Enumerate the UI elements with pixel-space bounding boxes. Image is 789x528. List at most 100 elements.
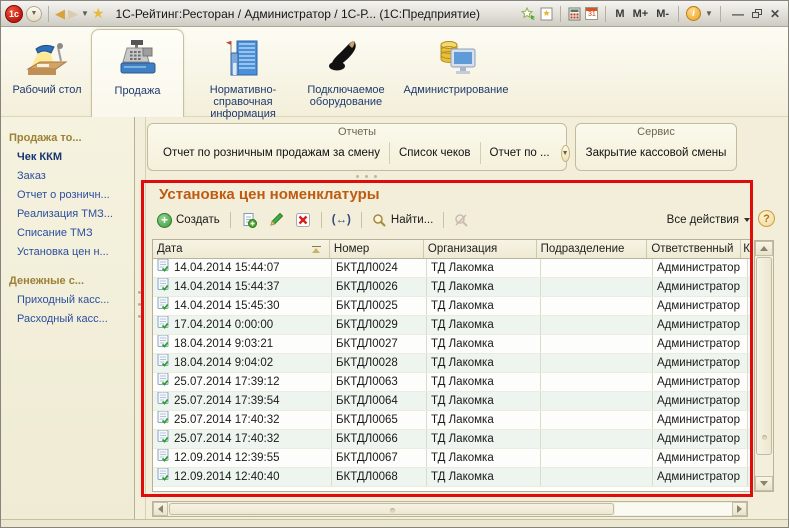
divider: [443, 212, 444, 228]
info-dropdown[interactable]: ▼: [705, 9, 713, 18]
add-to-favorites-icon[interactable]: [521, 7, 536, 21]
tab-connected-equipment[interactable]: Подключаемое оборудование: [302, 29, 390, 117]
column-header-comment[interactable]: К: [741, 240, 752, 258]
divider: [48, 6, 49, 22]
building-icon: [223, 35, 263, 81]
posted-document-icon: [157, 430, 170, 448]
horizontal-scroll-thumb[interactable]: [169, 503, 614, 515]
reports-buttons: Отчет по розничным продажам за сменуСпис…: [154, 142, 559, 164]
tab-reference-info[interactable]: Нормативно-справочная информация: [184, 29, 302, 117]
column-header-department[interactable]: Подразделение: [537, 240, 648, 258]
report-button[interactable]: Отчет по ...: [480, 142, 559, 164]
favorites-list-icon[interactable]: [540, 7, 553, 21]
table-row[interactable]: 25.07.2014 17:39:12 БКТДЛ0063 ТД Лакомка…: [153, 373, 752, 392]
posted-document-icon: [157, 468, 170, 486]
edit-button[interactable]: [265, 211, 287, 229]
divider: [230, 212, 231, 228]
sidebar-item[interactable]: Отчет о розничн...: [9, 186, 134, 205]
calculator-icon[interactable]: [568, 7, 581, 21]
report-button[interactable]: Список чеков: [389, 142, 480, 164]
posted-document-icon: [157, 316, 170, 334]
main-menu-button[interactable]: ▼: [26, 6, 42, 22]
restore-button[interactable]: [752, 9, 762, 18]
vertical-scrollbar[interactable]: [754, 240, 774, 492]
sidebar-splitter[interactable]: [138, 291, 142, 331]
1c-logo-icon[interactable]: 1с: [5, 5, 23, 23]
favorites-star-icon[interactable]: ★: [92, 5, 105, 22]
sidebar-item[interactable]: Реализация ТМЗ...: [9, 205, 134, 224]
more-reports-dropdown-button[interactable]: ▼: [561, 145, 570, 162]
find-button[interactable]: Найти...: [369, 212, 436, 229]
report-button[interactable]: Отчет по розничным продажам за смену: [154, 142, 389, 164]
memory-m-minus-button[interactable]: М-: [654, 8, 671, 20]
info-icon[interactable]: i: [686, 6, 701, 21]
sidebar-item[interactable]: Установка цен н...: [9, 243, 134, 262]
divider: [605, 6, 606, 22]
search-icon: [372, 213, 387, 228]
divider: [720, 6, 721, 22]
sidebar-group-sales: Чек ККМЗаказОтчет о розничн...Реализация…: [9, 148, 134, 262]
table-row[interactable]: 14.04.2014 15:44:07 БКТДЛ0024 ТД Лакомка…: [153, 259, 752, 278]
divider: [145, 117, 146, 519]
scroll-track[interactable]: [615, 503, 732, 515]
close-button[interactable]: ✕: [766, 7, 784, 21]
table-row[interactable]: 14.04.2014 15:44:37 БКТДЛ0026 ТД Лакомка…: [153, 278, 752, 297]
memory-m-plus-button[interactable]: М+: [631, 8, 651, 20]
horizontal-splitter[interactable]: [356, 175, 377, 178]
table-row[interactable]: 17.04.2014 0:00:00 БКТДЛ0029 ТД Лакомка …: [153, 316, 752, 335]
table-row[interactable]: 12.09.2014 12:40:40 БКТДЛ0068 ТД Лакомка…: [153, 468, 752, 487]
calendar-icon[interactable]: 31: [585, 7, 598, 20]
set-interval-button[interactable]: (↔): [329, 213, 354, 227]
sidebar-group-header: Продажа то...: [9, 129, 134, 148]
table-header-row: Дата Номер Организация Подразделение Отв…: [153, 240, 752, 259]
table-row[interactable]: 14.04.2014 15:45:30 БКТДЛ0025 ТД Лакомка…: [153, 297, 752, 316]
table-row[interactable]: 18.04.2014 9:03:21 БКТДЛ0027 ТД Лакомка …: [153, 335, 752, 354]
nav-forward-button[interactable]: ▶: [68, 7, 78, 20]
scroll-left-button[interactable]: [153, 502, 168, 516]
column-header-responsible[interactable]: Ответственный: [647, 240, 741, 258]
horizontal-scrollbar[interactable]: [152, 501, 748, 517]
sidebar-item[interactable]: Заказ: [9, 167, 134, 186]
tab-desktop[interactable]: Рабочий стол: [3, 29, 91, 117]
title-bar: 1с ▼ ◀ ▶ ▼ ★ 1С-Рейтинг:Ресторан / Админ…: [1, 1, 788, 27]
divider: [321, 212, 322, 228]
nav-history-dropdown[interactable]: ▼: [81, 9, 89, 18]
create-button[interactable]: + Создать: [154, 212, 223, 229]
application-window: 1с ▼ ◀ ▶ ▼ ★ 1С-Рейтинг:Ресторан / Админ…: [0, 0, 789, 528]
plus-icon: +: [157, 213, 172, 228]
minimize-button[interactable]: —: [728, 7, 748, 21]
all-actions-button[interactable]: Все действия: [667, 214, 750, 226]
vertical-scroll-thumb[interactable]: [756, 257, 772, 455]
posted-document-icon: [157, 354, 170, 372]
column-header-date[interactable]: Дата: [153, 240, 330, 258]
help-button[interactable]: ?: [758, 210, 775, 227]
reports-group-caption: Отчеты: [148, 124, 566, 140]
copy-item-button[interactable]: [238, 211, 260, 229]
scroll-down-button[interactable]: [755, 476, 773, 491]
scroll-right-button[interactable]: [732, 502, 747, 516]
reports-command-group: Отчеты Отчет по розничным продажам за см…: [147, 123, 567, 171]
clear-search-icon: [454, 213, 469, 228]
table-row[interactable]: 18.04.2014 9:04:02 БКТДЛ0028 ТД Лакомка …: [153, 354, 752, 373]
table-row[interactable]: 25.07.2014 17:40:32 БКТДЛ0066 ТД Лакомка…: [153, 430, 752, 449]
scroll-up-button[interactable]: [755, 241, 773, 256]
delete-button[interactable]: [292, 211, 314, 229]
table-row[interactable]: 25.07.2014 17:40:32 БКТДЛ0065 ТД Лакомка…: [153, 411, 752, 430]
memory-m-button[interactable]: М: [613, 8, 626, 20]
table-row[interactable]: 25.07.2014 17:39:54 БКТДЛ0064 ТД Лакомка…: [153, 392, 752, 411]
nav-back-button[interactable]: ◀: [55, 7, 65, 20]
cash-register-icon: [115, 36, 161, 82]
posted-document-icon: [157, 297, 170, 315]
sidebar-item[interactable]: Чек ККМ: [9, 148, 134, 167]
sidebar-item[interactable]: Приходный касс...: [9, 291, 134, 310]
column-header-number[interactable]: Номер: [330, 240, 424, 258]
column-header-organization[interactable]: Организация: [424, 240, 537, 258]
tab-sales[interactable]: Продажа: [91, 29, 184, 117]
tab-administration[interactable]: Администрирование: [390, 29, 522, 117]
table-row[interactable]: 12.09.2014 12:39:55 БКТДЛ0067 ТД Лакомка…: [153, 449, 752, 468]
sidebar-nav: Продажа то... Чек ККМЗаказОтчет о рознич…: [1, 117, 135, 519]
close-cash-shift-button[interactable]: Закрытие кассовой смены: [577, 142, 736, 164]
sidebar-item[interactable]: Списание ТМЗ: [9, 224, 134, 243]
posted-document-icon: [157, 411, 170, 429]
sidebar-item[interactable]: Расходный касс...: [9, 310, 134, 329]
